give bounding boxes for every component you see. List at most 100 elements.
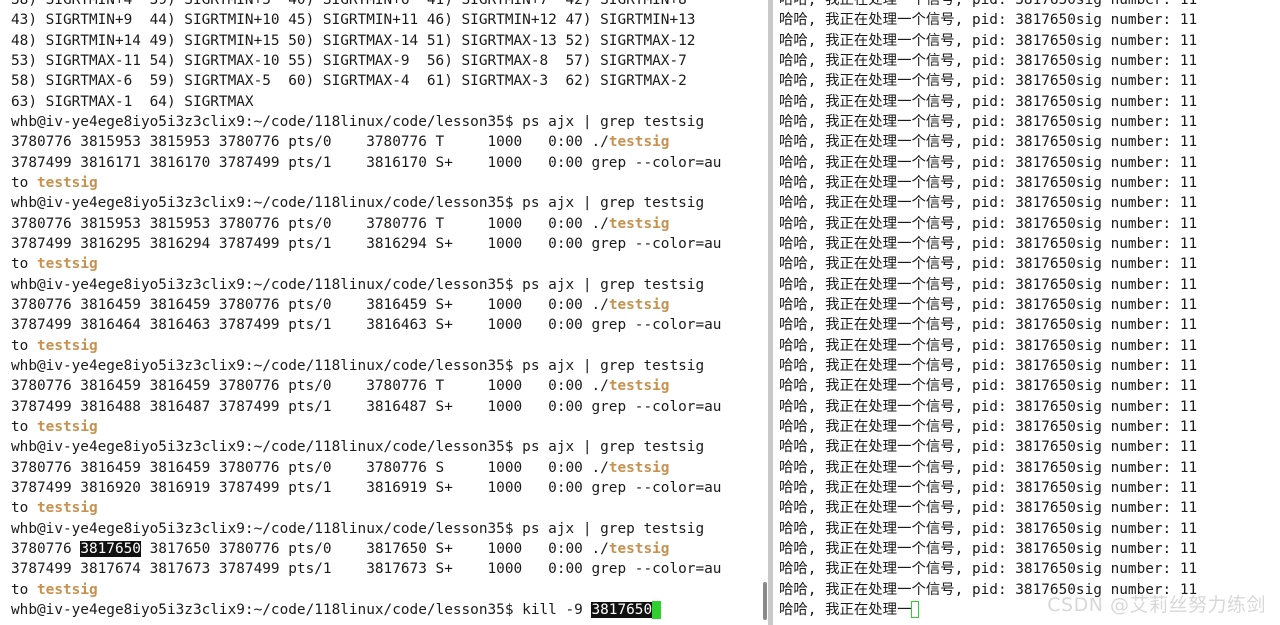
terminal-line: whb@iv-ye4ege8iyo5i3z3clix9:~/code/118li… <box>11 356 721 376</box>
terminal-line: 58) SIGRTMAX-6 59) SIGRTMAX-5 60) SIGRTM… <box>11 71 721 91</box>
terminal-text: 48) SIGRTMIN+14 49) SIGRTMIN+15 50) SIGR… <box>11 32 696 49</box>
terminal-text: whb@iv-ye4ege8iyo5i3z3clix9:~/code/118li… <box>11 601 592 618</box>
terminal-line: 哈哈, 我正在处理一个信号, pid: 3817650sig number: 1… <box>779 296 1198 313</box>
terminal-text: whb@iv-ye4ege8iyo5i3z3clix9:~/code/118li… <box>11 113 705 130</box>
terminal-line: 哈哈, 我正在处理一个信号, pid: 3817650sig number: 1… <box>779 520 1198 537</box>
terminal-text: 3787499 3816295 3816294 3787499 pts/1 38… <box>11 235 722 252</box>
grep-match: testsig <box>37 174 98 191</box>
grep-match: testsig <box>37 418 98 435</box>
terminal-line: 哈哈, 我正在处理一个信号, pid: 3817650sig number: 1… <box>779 378 1198 395</box>
terminal-line: whb@iv-ye4ege8iyo5i3z3clix9:~/code/118li… <box>11 519 721 539</box>
terminal-line: whb@iv-ye4ege8iyo5i3z3clix9:~/code/118li… <box>11 112 721 132</box>
terminal-cursor <box>652 600 662 619</box>
selected-pid: 3817650 <box>591 601 653 618</box>
terminal-line: 哈哈, 我正在处理一个信号, pid: 3817650sig number: 1… <box>779 418 1198 435</box>
grep-match: testsig <box>608 296 670 313</box>
grep-match: testsig <box>608 215 670 232</box>
terminal-text: 3817650 3780776 pts/0 3817650 S+ 1000 0:… <box>140 540 609 557</box>
terminal-output: 哈哈, 我正在处理一个信号, pid: 3817650sig number: 1… <box>779 0 1197 620</box>
terminal-line: 3787499 3817674 3817673 3787499 pts/1 38… <box>11 559 721 579</box>
terminal-cursor <box>911 601 920 619</box>
grep-match: testsig <box>608 540 670 557</box>
terminal-line: 哈哈, 我正在处理一个信号, pid: 3817650sig number: 1… <box>779 32 1198 49</box>
terminal-line: to testsig <box>11 254 721 274</box>
terminal-text: whb@iv-ye4ege8iyo5i3z3clix9:~/code/118li… <box>11 276 705 293</box>
pane-divider[interactable] <box>768 0 773 625</box>
terminal-text: to <box>11 256 37 273</box>
terminal-line: whb@iv-ye4ege8iyo5i3z3clix9:~/code/118li… <box>11 600 721 620</box>
terminal-text: 3780776 <box>11 540 81 557</box>
terminal-line: to testsig <box>11 498 721 518</box>
terminal-text: 3780776 3815953 3815953 3780776 pts/0 37… <box>11 134 609 151</box>
terminal-line: whb@iv-ye4ege8iyo5i3z3clix9:~/code/118li… <box>11 193 721 213</box>
selected-pid: 3817650 <box>80 540 141 557</box>
terminal-line: 哈哈, 我正在处理一个信号, pid: 3817650sig number: 1… <box>779 73 1198 90</box>
grep-match: testsig <box>37 500 98 517</box>
terminal-text: 43) SIGRTMIN+9 44) SIGRTMIN+10 45) SIGRT… <box>11 12 696 29</box>
terminal-line: 哈哈, 我正在处理一个信号, pid: 3817650sig number: 1… <box>779 134 1198 151</box>
terminal-line: 哈哈, 我正在处理一个信号, pid: 3817650sig number: 1… <box>779 357 1198 374</box>
terminal-text: whb@iv-ye4ege8iyo5i3z3clix9:~/code/118li… <box>11 439 705 456</box>
terminal-text: whb@iv-ye4ege8iyo5i3z3clix9:~/code/118li… <box>11 195 705 212</box>
desktop: 38) SIGRTMIN+4 39) SIGRTMIN+5 40) SIGRTM… <box>0 0 1280 625</box>
terminal-line: 哈哈, 我正在处理一个信号, pid: 3817650sig number: 1… <box>779 235 1198 252</box>
watermark: CSDN @艾莉丝努力练剑 <box>1047 594 1266 616</box>
terminal-line: 哈哈, 我正在处理一个信号, pid: 3817650sig number: 1… <box>779 154 1198 171</box>
terminal-line: 38) SIGRTMIN+4 39) SIGRTMIN+5 40) SIGRTM… <box>11 0 721 10</box>
terminal-line: 哈哈, 我正在处理一个信号, pid: 3817650sig number: 1… <box>779 174 1198 191</box>
terminal-line: 哈哈, 我正在处理一个信号, pid: 3817650sig number: 1… <box>779 256 1198 273</box>
terminal-text: 3787499 3816171 3816170 3787499 pts/1 38… <box>11 154 722 171</box>
terminal-line: 43) SIGRTMIN+9 44) SIGRTMIN+10 45) SIGRT… <box>11 10 721 30</box>
terminal-text: 3787499 3817674 3817673 3787499 pts/1 38… <box>11 561 722 578</box>
left-terminal[interactable]: 38) SIGRTMIN+4 39) SIGRTMIN+5 40) SIGRTM… <box>0 0 764 625</box>
terminal-text: to <box>11 337 37 354</box>
grep-match: testsig <box>608 378 670 395</box>
terminal-text: to <box>11 581 37 598</box>
terminal-line: 哈哈, 我正在处理一个信号, pid: 3817650sig number: 1… <box>779 12 1198 29</box>
terminal-text: 63) SIGRTMAX-1 64) SIGRTMAX <box>11 93 254 110</box>
terminal-text: 哈哈, 我正在处理一 <box>779 601 912 618</box>
terminal-text: whb@iv-ye4ege8iyo5i3z3clix9:~/code/118li… <box>11 357 705 374</box>
terminal-line: 哈哈, 我正在处理一个信号, pid: 3817650sig number: 1… <box>779 500 1198 517</box>
terminal-line: 63) SIGRTMAX-1 64) SIGRTMAX <box>11 92 721 112</box>
scrollbar-thumb[interactable] <box>763 582 767 620</box>
terminal-line: 53) SIGRTMAX-11 54) SIGRTMAX-10 55) SIGR… <box>11 51 721 71</box>
terminal-line: 哈哈, 我正在处理一个信号, pid: 3817650sig number: 1… <box>779 215 1198 232</box>
terminal-line: 3780776 3815953 3815953 3780776 pts/0 37… <box>11 132 721 152</box>
terminal-line: 48) SIGRTMIN+14 49) SIGRTMIN+15 50) SIGR… <box>11 31 721 51</box>
terminal-text: 3780776 3816459 3816459 3780776 pts/0 37… <box>11 378 609 395</box>
grep-match: testsig <box>608 134 670 151</box>
terminal-line: 3787499 3816920 3816919 3787499 pts/1 38… <box>11 478 721 498</box>
grep-match: testsig <box>37 256 98 273</box>
terminal-text: 58) SIGRTMAX-6 59) SIGRTMAX-5 60) SIGRTM… <box>11 73 687 90</box>
terminal-line: whb@iv-ye4ege8iyo5i3z3clix9:~/code/118li… <box>11 437 721 457</box>
terminal-output: 38) SIGRTMIN+4 39) SIGRTMIN+5 40) SIGRTM… <box>11 0 721 620</box>
terminal-text: whb@iv-ye4ege8iyo5i3z3clix9:~/code/118li… <box>11 520 705 537</box>
terminal-line: 3780776 3816459 3816459 3780776 pts/0 37… <box>11 458 721 478</box>
terminal-text: 3787499 3816464 3816463 3787499 pts/1 38… <box>11 317 722 334</box>
terminal-line: 哈哈, 我正在处理一个信号, pid: 3817650sig number: 1… <box>779 337 1198 354</box>
terminal-line: to testsig <box>11 417 721 437</box>
terminal-line: to testsig <box>11 336 721 356</box>
terminal-text: 3780776 3815953 3815953 3780776 pts/0 37… <box>11 215 609 232</box>
terminal-text: to <box>11 500 37 517</box>
grep-match: testsig <box>608 459 670 476</box>
terminal-text: to <box>11 418 37 435</box>
terminal-line: 3780776 3816459 3816459 3780776 pts/0 38… <box>11 295 721 315</box>
right-terminal[interactable]: 哈哈, 我正在处理一个信号, pid: 3817650sig number: 1… <box>776 0 1280 625</box>
terminal-text: 38) SIGRTMIN+4 39) SIGRTMIN+5 40) SIGRTM… <box>11 0 687 8</box>
terminal-line: 3780776 3816459 3816459 3780776 pts/0 37… <box>11 376 721 396</box>
terminal-text: 3787499 3816920 3816919 3787499 pts/1 38… <box>11 479 722 496</box>
grep-match: testsig <box>37 337 98 354</box>
terminal-line: 哈哈, 我正在处理一个信号, pid: 3817650sig number: 1… <box>779 195 1198 212</box>
terminal-line: 哈哈, 我正在处理一个信号, pid: 3817650sig number: 1… <box>779 52 1198 69</box>
terminal-text: 3780776 3816459 3816459 3780776 pts/0 38… <box>11 296 609 313</box>
terminal-line: 哈哈, 我正在处理一个信号, pid: 3817650sig number: 1… <box>779 113 1198 130</box>
terminal-line: 哈哈, 我正在处理一个信号, pid: 3817650sig number: 1… <box>779 479 1198 496</box>
terminal-line: 哈哈, 我正在处理一个信号, pid: 3817650sig number: 1… <box>779 439 1198 456</box>
terminal-line: 哈哈, 我正在处理一个信号, pid: 3817650sig number: 1… <box>779 0 1198 8</box>
grep-match: testsig <box>37 581 98 598</box>
terminal-line: 哈哈, 我正在处理一个信号, pid: 3817650sig number: 1… <box>779 561 1198 578</box>
terminal-line: to testsig <box>11 173 721 193</box>
terminal-line: 哈哈, 我正在处理一个信号, pid: 3817650sig number: 1… <box>779 317 1198 334</box>
